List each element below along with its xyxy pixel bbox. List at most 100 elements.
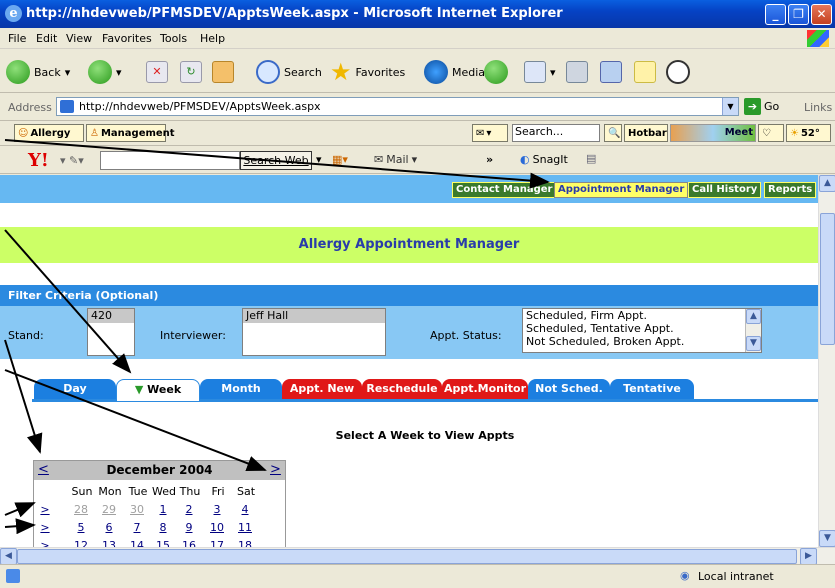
messenger-button[interactable] (666, 58, 690, 86)
week-selector-link[interactable]: > (34, 539, 56, 547)
calendar-day[interactable]: 10 (206, 521, 228, 534)
edit-button[interactable] (600, 58, 622, 86)
yahoo-logo-icon[interactable]: Y! (28, 150, 49, 171)
weather-button[interactable]: ☀ 52° (786, 124, 831, 142)
back-button[interactable]: Back ▾ (6, 58, 70, 86)
scroll-left-icon[interactable]: ◀ (0, 548, 17, 565)
mail-dropdown[interactable]: ✉ ▾ (472, 124, 508, 142)
calendar-day[interactable]: 30 (126, 503, 148, 516)
forward-button[interactable]: ▾ (88, 58, 122, 86)
stand-listbox[interactable]: 420 (87, 308, 135, 356)
nav-call-history[interactable]: Call History (688, 182, 762, 198)
status-option[interactable]: Not Scheduled, Broken Appt. (526, 335, 761, 348)
calendar-day[interactable]: 9 (178, 521, 200, 534)
history-button[interactable] (484, 58, 508, 86)
calendar-day[interactable]: 12 (70, 539, 92, 547)
scroll-right-icon[interactable]: ▶ (800, 548, 817, 565)
home-button[interactable] (212, 58, 234, 86)
mail-button[interactable]: ▾ (524, 58, 556, 86)
search-go-icon[interactable]: 🔍 (604, 124, 622, 142)
stop-button[interactable]: ✕ (146, 58, 168, 86)
media-button[interactable]: Media (424, 58, 485, 86)
minimize-button[interactable]: _ (765, 4, 786, 25)
status-option[interactable]: Scheduled, Firm Appt. (526, 309, 761, 322)
tab-day[interactable]: Day (34, 379, 116, 401)
week-selector-link[interactable]: > (34, 521, 56, 534)
tab-not-scheduled[interactable]: Not Sched. (528, 379, 610, 401)
address-dropdown-icon[interactable]: ▼ (722, 98, 738, 115)
go-button[interactable]: ➔ Go (744, 98, 779, 115)
scroll-thumb[interactable] (820, 213, 835, 345)
hscroll-thumb[interactable] (17, 549, 797, 564)
refresh-button[interactable]: ↻ (180, 58, 202, 86)
calendar-day[interactable]: 8 (152, 521, 174, 534)
toolbar-search-input[interactable]: Search... (512, 124, 600, 142)
calendar-day[interactable]: 6 (98, 521, 120, 534)
vertical-scrollbar[interactable]: ▲ ▼ (818, 175, 835, 547)
search-button[interactable]: Search (256, 58, 322, 86)
calendar-day[interactable]: 14 (126, 539, 148, 547)
favorites-button[interactable]: ★ Favorites (330, 58, 405, 86)
interviewer-listbox[interactable]: Jeff Hall (242, 308, 386, 356)
nav-appointment-manager[interactable]: Appointment Manager (554, 182, 689, 198)
close-button[interactable]: ✕ (811, 4, 832, 25)
week-selector-link[interactable]: > (34, 503, 56, 516)
stand-selected-item[interactable]: 420 (88, 309, 134, 323)
maximize-button[interactable]: ❐ (788, 4, 809, 25)
calendar-day[interactable]: 4 (234, 503, 256, 516)
snagit-window-icon[interactable]: ▤ (586, 152, 596, 165)
hotbar-button[interactable]: Hotbar (624, 124, 668, 142)
snagit-button[interactable]: ◐ SnagIt (520, 153, 568, 166)
interviewer-selected-item[interactable]: Jeff Hall (243, 309, 385, 323)
scroll-up-icon[interactable]: ▲ (746, 309, 761, 324)
calendar-day[interactable]: 13 (98, 539, 120, 547)
yahoo-mail-button[interactable]: ✉ Mail ▾ (374, 153, 417, 166)
menu-view[interactable]: View (66, 32, 92, 45)
address-input[interactable]: http://nhdevweb/PFMSDEV/ApptsWeek.aspx ▼ (56, 97, 739, 116)
tab-reschedule[interactable]: Reschedule (362, 379, 442, 401)
menu-favorites[interactable]: Favorites (102, 32, 152, 45)
calendar-day[interactable]: 29 (98, 503, 120, 516)
links-label[interactable]: Links (804, 101, 832, 114)
scroll-down-icon[interactable]: ▼ (746, 336, 761, 351)
calendar-day[interactable]: 5 (70, 521, 92, 534)
horizontal-scrollbar[interactable]: ◀ ▶ (0, 547, 835, 565)
calendar-day[interactable]: 3 (206, 503, 228, 516)
scroll-up-icon[interactable]: ▲ (819, 175, 835, 192)
search-web-dropdown-icon[interactable]: ▾ (316, 153, 322, 166)
meet-button[interactable]: Meet (670, 124, 756, 142)
tab-week[interactable]: ▼ Week (116, 379, 200, 401)
menu-help[interactable]: Help (200, 32, 225, 45)
status-option[interactable]: Scheduled, Tentative Appt. (526, 322, 761, 335)
tab-tentative[interactable]: Tentative (610, 379, 694, 401)
calendar-day[interactable]: 17 (206, 539, 228, 547)
calendar-day[interactable]: 7 (126, 521, 148, 534)
menu-tools[interactable]: Tools (160, 32, 187, 45)
status-scrollbar[interactable]: ▲ ▼ (745, 309, 761, 352)
tab-appt-new[interactable]: Appt. New (282, 379, 362, 401)
yahoo-search-input[interactable] (100, 151, 240, 170)
discuss-button[interactable] (634, 58, 656, 86)
calendar-day[interactable]: 2 (178, 503, 200, 516)
tab-month[interactable]: Month (200, 379, 282, 401)
menu-edit[interactable]: Edit (36, 32, 57, 45)
nav-contact-manager[interactable]: Contact Manager (452, 182, 557, 198)
yahoo-tools-icon[interactable]: ▦▾ (332, 153, 348, 166)
print-button[interactable] (566, 58, 588, 86)
calendar-day[interactable]: 15 (152, 539, 174, 547)
search-web-button[interactable]: Search Web (240, 151, 312, 170)
management-link[interactable]: ♙ Management (86, 124, 175, 142)
heart-icon[interactable]: ♡ (758, 124, 784, 142)
calendar-day[interactable]: 28 (70, 503, 92, 516)
calendar-day[interactable]: 16 (178, 539, 200, 547)
status-listbox[interactable]: Scheduled, Firm Appt. Scheduled, Tentati… (522, 308, 762, 353)
scroll-down-icon[interactable]: ▼ (819, 530, 835, 547)
tab-appt-monitor[interactable]: Appt.Monitor (442, 379, 528, 401)
calendar-day[interactable]: 11 (234, 521, 256, 534)
calendar-day[interactable]: 18 (234, 539, 256, 547)
toolbar-more-chevron[interactable]: » (486, 153, 493, 166)
calendar-next-month[interactable]: > (270, 462, 281, 477)
calendar-day[interactable]: 1 (152, 503, 174, 516)
nav-reports[interactable]: Reports (764, 182, 817, 198)
yahoo-pen-icon[interactable]: ▾ ✎▾ (60, 154, 84, 167)
